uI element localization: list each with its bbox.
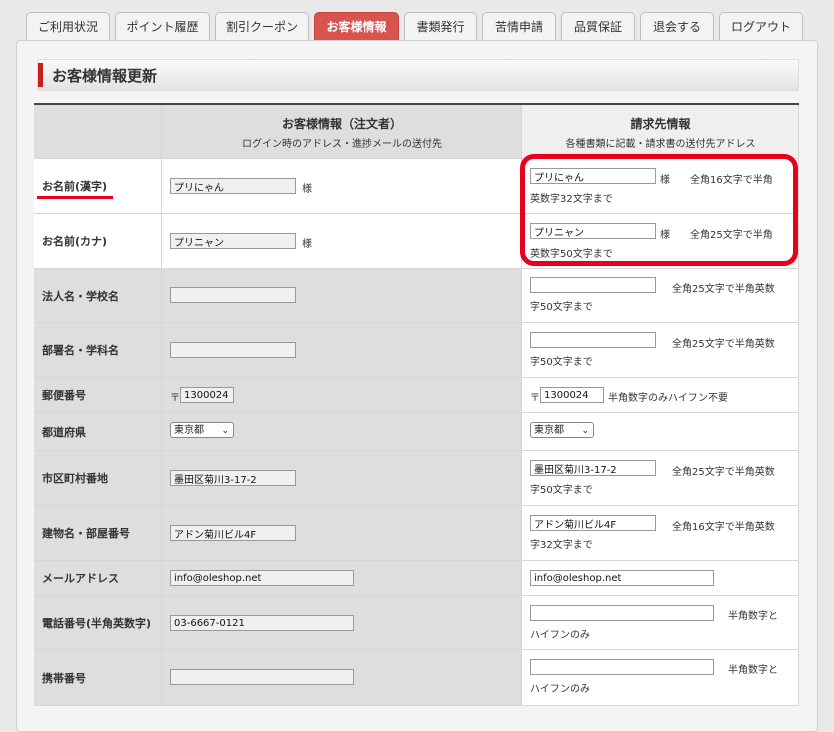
label-name-kanji: お名前(漢字) bbox=[42, 180, 108, 193]
tab-customer-info[interactable]: お客様情報 bbox=[314, 12, 399, 40]
billing-phone-note1: 半角数字と bbox=[728, 611, 778, 622]
highlight-box bbox=[520, 154, 798, 266]
customer-phone-input[interactable] bbox=[170, 615, 354, 631]
customer-zip-input[interactable] bbox=[180, 387, 234, 403]
chevron-down-icon: ⌄ bbox=[221, 426, 229, 436]
header-empty-cell bbox=[34, 105, 162, 159]
billing-prefecture-select[interactable]: 東京都 ⌄ bbox=[530, 422, 594, 438]
customer-department-input[interactable] bbox=[170, 342, 296, 358]
tab-complaints[interactable]: 苦情申請 bbox=[482, 12, 556, 40]
row-city: 市区町村番地 全角25文字で半角英数 字50文字まで bbox=[34, 451, 799, 506]
billing-prefecture-value: 東京都 bbox=[534, 425, 564, 436]
billing-header-cell: 請求先情報 各種書類に記載・請求書の送付先アドレス bbox=[522, 105, 799, 159]
section-title-bar: お客様情報更新 bbox=[37, 59, 799, 91]
billing-zip-note: 半角数字のみハイフン不要 bbox=[608, 393, 728, 404]
row-phone: 電話番号(半角英数字) 半角数字と ハイフンのみ bbox=[34, 596, 799, 650]
row-company: 法人名・学校名 全角25文字で半角英数 字50文字まで bbox=[34, 269, 799, 323]
customer-prefecture-select[interactable]: 東京都 ⌄ bbox=[170, 422, 234, 438]
honorific-suffix-kana: 様 bbox=[302, 239, 312, 250]
postal-mark: 〒 bbox=[170, 393, 180, 404]
customer-mobile-input[interactable] bbox=[170, 669, 354, 685]
label-department: 部署名・学科名 bbox=[42, 344, 119, 357]
tab-usage[interactable]: ご利用状況 bbox=[26, 12, 110, 40]
tab-quality[interactable]: 品質保証 bbox=[561, 12, 635, 40]
billing-building-input[interactable] bbox=[530, 515, 656, 531]
label-phone: 電話番号(半角英数字) bbox=[42, 616, 152, 630]
tab-withdraw[interactable]: 退会する bbox=[640, 12, 714, 40]
label-email: メールアドレス bbox=[42, 572, 119, 585]
billing-building-note1: 全角16文字で半角英数 bbox=[672, 522, 775, 533]
customer-header-cell: お客様情報（注文者） ログイン時のアドレス・進捗メールの送付先 bbox=[162, 105, 522, 159]
billing-department-input[interactable] bbox=[530, 332, 656, 348]
label-name-kana: お名前(カナ) bbox=[42, 235, 108, 248]
billing-header-sub: 各種書類に記載・請求書の送付先アドレス bbox=[565, 139, 756, 150]
billing-city-input[interactable] bbox=[530, 460, 656, 476]
customer-building-input[interactable] bbox=[170, 525, 296, 541]
tab-documents[interactable]: 書類発行 bbox=[404, 12, 477, 40]
customer-name-kana-input[interactable] bbox=[170, 233, 296, 249]
section-title: お客様情報更新 bbox=[52, 67, 158, 85]
customer-email-input[interactable] bbox=[170, 570, 354, 586]
label-zip: 郵便番号 bbox=[42, 389, 86, 402]
customer-header-sub: ログイン時のアドレス・進捗メールの送付先 bbox=[242, 139, 442, 150]
label-city: 市区町村番地 bbox=[42, 472, 108, 485]
billing-company-input[interactable] bbox=[530, 277, 656, 293]
billing-building-note2: 字32文字まで bbox=[530, 540, 593, 551]
billing-phone-note2: ハイフンのみ bbox=[530, 630, 590, 641]
billing-header-title: 請求先情報 bbox=[630, 117, 691, 131]
customer-header-title: お客様情報（注文者） bbox=[281, 117, 402, 131]
billing-city-note2: 字50文字まで bbox=[530, 485, 593, 496]
billing-mobile-input[interactable] bbox=[530, 659, 714, 675]
billing-department-note2: 字50文字まで bbox=[530, 357, 593, 368]
row-zip: 郵便番号 〒 〒 半角数字のみハイフン不要 bbox=[34, 378, 799, 413]
honorific-suffix: 様 bbox=[302, 184, 312, 195]
tab-logout[interactable]: ログアウト bbox=[719, 12, 803, 40]
tab-coupons[interactable]: 割引クーポン bbox=[215, 12, 309, 40]
row-email: メールアドレス bbox=[34, 561, 799, 596]
billing-zip-input[interactable] bbox=[540, 387, 604, 403]
billing-company-note1: 全角25文字で半角英数 bbox=[672, 284, 775, 295]
billing-city-note1: 全角25文字で半角英数 bbox=[672, 467, 775, 478]
billing-company-note2: 字50文字まで bbox=[530, 302, 593, 313]
section-marker bbox=[38, 63, 43, 87]
billing-mobile-note2: ハイフンのみ bbox=[530, 684, 590, 695]
row-department: 部署名・学科名 全角25文字で半角英数 字50文字まで bbox=[34, 323, 799, 378]
label-building: 建物名・部屋番号 bbox=[42, 527, 130, 540]
customer-name-kanji-input[interactable] bbox=[170, 178, 296, 194]
chevron-down-icon: ⌄ bbox=[581, 426, 589, 436]
label-mobile: 携帯番号 bbox=[42, 671, 86, 685]
customer-prefecture-value: 東京都 bbox=[174, 425, 204, 436]
highlight-underline bbox=[37, 196, 113, 199]
billing-mobile-note1: 半角数字と bbox=[728, 665, 778, 676]
row-building: 建物名・部屋番号 全角16文字で半角英数 字32文字まで bbox=[34, 506, 799, 561]
billing-postal-mark: 〒 bbox=[530, 393, 540, 404]
label-prefecture: 都道府県 bbox=[42, 425, 86, 439]
billing-department-note1: 全角25文字で半角英数 bbox=[672, 339, 775, 350]
label-company: 法人名・学校名 bbox=[42, 289, 119, 303]
customer-form-table: お客様情報（注文者） ログイン時のアドレス・進捗メールの送付先 請求先情報 各種… bbox=[34, 103, 799, 706]
table-header-row: お客様情報（注文者） ログイン時のアドレス・進捗メールの送付先 請求先情報 各種… bbox=[34, 105, 799, 159]
tab-points[interactable]: ポイント履歴 bbox=[115, 12, 210, 40]
customer-city-input[interactable] bbox=[170, 470, 296, 486]
billing-phone-input[interactable] bbox=[530, 605, 714, 621]
row-prefecture: 都道府県 東京都 ⌄ 東京都 ⌄ bbox=[34, 413, 799, 451]
customer-company-input[interactable] bbox=[170, 287, 296, 303]
billing-email-input[interactable] bbox=[530, 570, 714, 586]
row-mobile: 携帯番号 半角数字と ハイフンのみ bbox=[34, 650, 799, 706]
